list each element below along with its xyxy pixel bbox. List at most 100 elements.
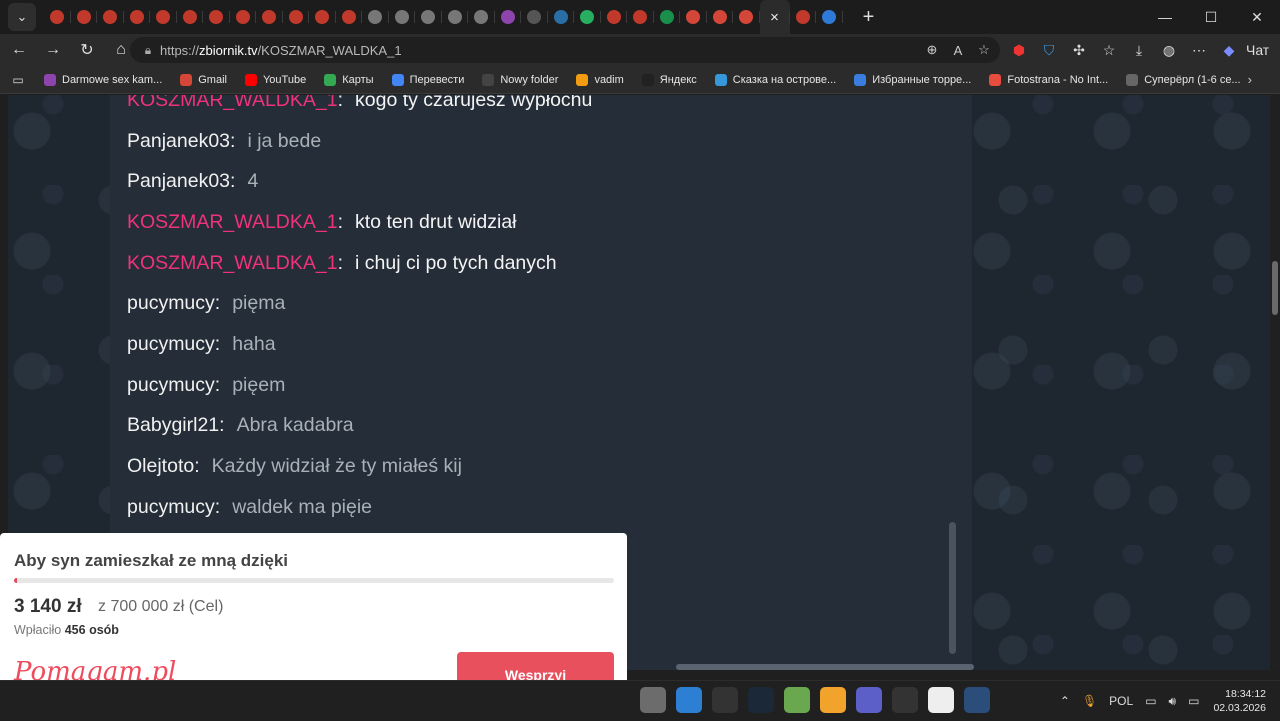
downloads-icon[interactable]: ⤓ <box>1124 35 1154 65</box>
chat-username[interactable]: pucymucy <box>127 496 215 519</box>
browser-tab[interactable] <box>707 0 734 34</box>
clock[interactable]: 18:34:12 02.03.2026 <box>1213 687 1266 715</box>
donors-count: Wpłaciło 456 osób <box>14 623 119 637</box>
photos-icon[interactable] <box>676 687 702 713</box>
davinci-icon[interactable] <box>712 687 738 713</box>
bookmark-item[interactable]: Darmowe sex kam... <box>44 73 162 86</box>
bookmark-item[interactable]: Яндекс <box>641 73 697 86</box>
chrome-canary-icon[interactable] <box>892 687 918 713</box>
chevron-up-icon[interactable]: ⌃ <box>1060 694 1070 708</box>
chat-horizontal-scrollbar[interactable] <box>676 664 974 670</box>
browser-tab[interactable] <box>601 0 628 34</box>
forward-button[interactable]: → <box>38 35 68 65</box>
copilot-chat-label[interactable]: Чат <box>1246 35 1269 65</box>
url-text[interactable]: https://zbiornik.tv/KOSZMAR_WALDKA_1 <box>160 43 402 58</box>
browser-tab[interactable] <box>150 0 177 34</box>
bookmark-item[interactable]: vadim <box>576 73 624 86</box>
battery-icon[interactable]: ▭ <box>1188 694 1199 708</box>
browser-tab[interactable] <box>790 0 817 34</box>
close-window-button[interactable]: ✕ <box>1234 0 1280 34</box>
copilot-icon[interactable]: ◆ <box>1214 35 1244 65</box>
browser-tab[interactable] <box>654 0 681 34</box>
bookmark-item[interactable]: YouTube <box>244 73 306 86</box>
browser-tab[interactable] <box>548 0 575 34</box>
tab-actions-menu-button[interactable]: ⌄ <box>8 3 36 31</box>
active-browser-tab[interactable]: × <box>759 0 790 34</box>
browser-tab[interactable] <box>574 0 601 34</box>
chevron-right-icon[interactable]: › <box>1248 72 1252 87</box>
page-scrollbar-thumb[interactable] <box>1272 261 1278 315</box>
language-indicator[interactable]: POL <box>1109 694 1133 708</box>
chat-scrollbar[interactable] <box>949 522 956 654</box>
browser-tab[interactable] <box>177 0 204 34</box>
extension-red-icon[interactable]: ⬢ <box>1004 35 1034 65</box>
browser-tab[interactable] <box>124 0 151 34</box>
browser-tab[interactable] <box>203 0 230 34</box>
chat-username[interactable]: KOSZMAR_WALDKA_1 <box>127 252 338 275</box>
maximize-button[interactable]: ☐ <box>1188 0 1234 34</box>
bookmark-item[interactable]: Fotostrana - No Int... <box>989 73 1108 86</box>
package-icon[interactable] <box>640 687 666 713</box>
page-scrollbar[interactable] <box>1270 95 1280 670</box>
address-bar[interactable]: 🔒︎ https://zbiornik.tv/KOSZMAR_WALDKA_1 … <box>130 37 1000 63</box>
chat-username[interactable]: Panjanek03 <box>127 130 230 153</box>
favorites-icon[interactable]: ☆ <box>1094 35 1124 65</box>
chat-username[interactable]: Babygirl21 <box>127 414 219 437</box>
chat-username[interactable]: pucymucy <box>127 374 215 397</box>
more-menu-icon[interactable]: ⋯ <box>1184 35 1214 65</box>
bookmark-item[interactable]: Суперёрл (1-6 се... <box>1126 73 1241 86</box>
browser-tab[interactable] <box>97 0 124 34</box>
bookmark-item[interactable]: Gmail <box>180 73 227 86</box>
favorite-star-icon[interactable]: ☆ <box>974 40 994 60</box>
tab-search-icon[interactable]: ▭ <box>10 65 26 95</box>
browser-tab[interactable] <box>415 0 442 34</box>
bookmark-item[interactable]: Избранные торре... <box>854 73 971 86</box>
media-player-icon[interactable] <box>820 687 846 713</box>
steam-icon[interactable] <box>748 687 774 713</box>
browser-tab[interactable] <box>627 0 654 34</box>
browser-tab[interactable] <box>256 0 283 34</box>
browser-tab[interactable] <box>680 0 707 34</box>
microphone-icon[interactable]: 🎙︎ <box>1082 694 1097 708</box>
browser-tab[interactable] <box>733 0 760 34</box>
teams-icon[interactable] <box>856 687 882 713</box>
zoom-icon[interactable]: ⊕ <box>922 40 942 60</box>
network-icon[interactable]: ▭ <box>1145 694 1156 708</box>
chat-username[interactable]: pucymucy <box>127 333 215 356</box>
chat-username[interactable]: pucymucy <box>127 292 215 315</box>
reload-button[interactable]: ↻ <box>72 35 102 65</box>
notepad-icon[interactable] <box>928 687 954 713</box>
browser-tab[interactable] <box>468 0 495 34</box>
bookmark-item[interactable]: Nowy folder <box>482 73 558 86</box>
minimize-button[interactable]: — <box>1142 0 1188 34</box>
browser-icon[interactable] <box>964 687 990 713</box>
browser-tab[interactable] <box>44 0 71 34</box>
browser-tab[interactable] <box>283 0 310 34</box>
chat-username[interactable]: Olejtoto <box>127 455 194 478</box>
browser-tab[interactable] <box>336 0 363 34</box>
back-button[interactable]: ← <box>4 35 34 65</box>
browser-tab[interactable] <box>230 0 257 34</box>
browser-tab[interactable] <box>495 0 522 34</box>
read-aloud-icon[interactable]: A <box>948 40 968 60</box>
game-icon[interactable] <box>784 687 810 713</box>
new-tab-button[interactable]: + <box>855 6 883 29</box>
extension-shield-icon[interactable]: ⛉ <box>1034 35 1064 65</box>
bookmark-item[interactable]: Перевести <box>391 73 464 86</box>
chat-username[interactable]: KOSZMAR_WALDKA_1 <box>127 211 338 234</box>
browser-tab[interactable] <box>362 0 389 34</box>
browser-tab[interactable] <box>521 0 548 34</box>
profile-avatar-icon[interactable]: ◍ <box>1154 35 1184 65</box>
volume-icon[interactable]: 🔊︎ <box>1169 694 1177 709</box>
browser-tab[interactable] <box>816 0 843 34</box>
close-tab-icon[interactable]: × <box>770 9 779 26</box>
browser-tab[interactable] <box>71 0 98 34</box>
extensions-icon[interactable]: ✣ <box>1064 35 1094 65</box>
browser-tab[interactable] <box>442 0 469 34</box>
browser-tab[interactable] <box>389 0 416 34</box>
chat-username[interactable]: Panjanek03 <box>127 170 230 193</box>
chat-username[interactable]: KOSZMAR_WALDKA_1 <box>127 95 338 112</box>
bookmark-item[interactable]: Сказка на острове... <box>714 73 836 86</box>
browser-tab[interactable] <box>309 0 336 34</box>
bookmark-item[interactable]: Карты <box>324 73 374 86</box>
